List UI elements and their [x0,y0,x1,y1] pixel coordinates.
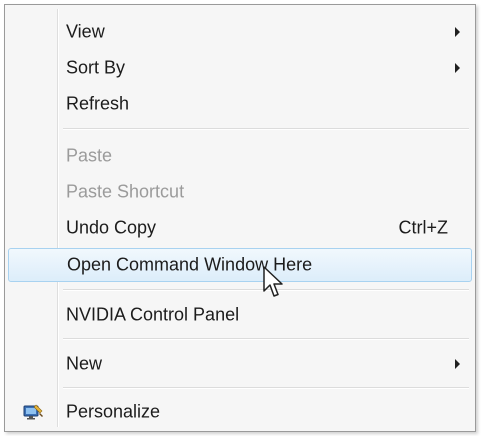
menu-item-paste-shortcut: Paste Shortcut [8,175,472,209]
menu-separator [63,387,469,389]
menu-item-paste: Paste [8,139,472,173]
menu-item-refresh[interactable]: Refresh [8,87,472,121]
menu-item-label: Undo Copy [66,217,157,238]
menu-item-sort-by[interactable]: Sort By [8,51,472,85]
menu-item-nvidia-control-panel[interactable]: NVIDIA Control Panel [8,298,472,332]
menu-item-label: NVIDIA Control Panel [66,304,240,325]
menu-item-label: New [66,353,103,374]
menu-item-label: Sort By [66,57,126,78]
menu-separator [63,338,469,340]
menu-item-view[interactable]: View [8,15,472,49]
menu-item-open-command-window-here[interactable]: Open Command Window Here [8,248,472,282]
menu-separator [63,128,469,130]
menu-item-label: Paste [66,145,113,166]
menu-item-shortcut: Ctrl+Z [398,217,449,238]
submenu-arrow-icon [455,359,460,369]
desktop-context-menu: View Sort By Refresh Paste Paste Shortcu… [4,4,476,432]
menu-item-undo-copy[interactable]: Undo Copy Ctrl+Z [8,211,472,245]
menu-item-label: Paste Shortcut [66,181,185,202]
menu-item-label: View [66,21,105,42]
submenu-arrow-icon [455,27,460,37]
menu-item-new[interactable]: New [8,347,472,381]
submenu-arrow-icon [455,63,460,73]
menu-item-label: Personalize [66,401,161,422]
personalize-icon [22,402,44,422]
menu-item-personalize[interactable]: Personalize [8,395,472,429]
menu-item-label: Refresh [66,93,130,114]
mouse-pointer-icon [262,266,288,300]
